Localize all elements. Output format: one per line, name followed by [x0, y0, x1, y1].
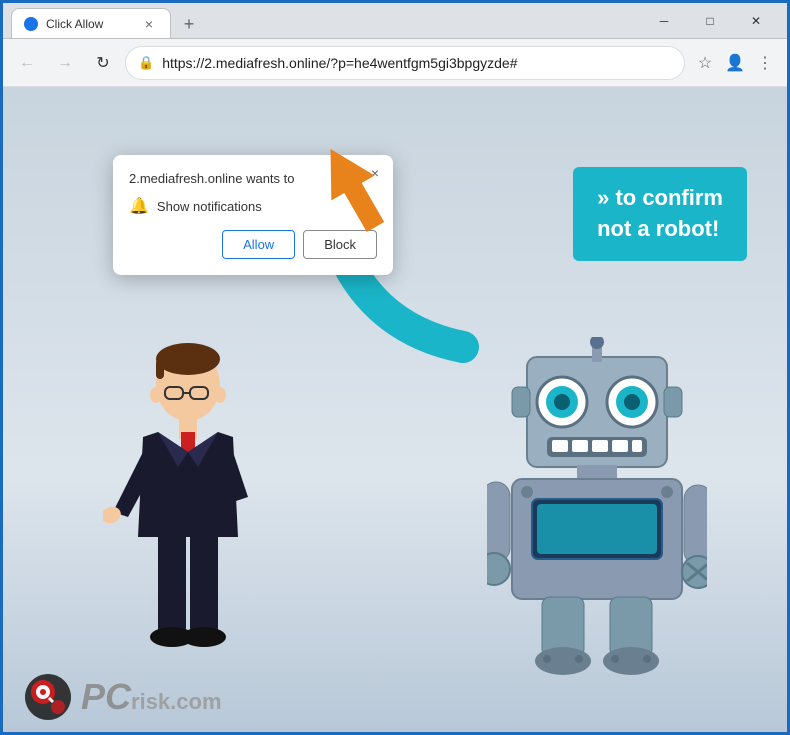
refresh-button[interactable]: ↻	[87, 47, 119, 79]
popup-notification-label: Show notifications	[157, 199, 262, 214]
lock-icon: 🔒	[138, 55, 154, 71]
banner-line2: not a robot!	[597, 214, 723, 245]
allow-button[interactable]: Allow	[222, 230, 295, 259]
url-text: https://2.mediafresh.online/?p=he4wentfg…	[162, 55, 672, 71]
orange-arrow-graphic	[313, 143, 393, 238]
tab-favicon	[24, 17, 38, 31]
watermark: PCrisk.com	[23, 672, 222, 722]
scene-background: » to confirm not a robot! ×	[3, 87, 787, 732]
robot-graphic	[487, 337, 707, 677]
minimize-button[interactable]: ─	[641, 5, 687, 37]
pcrisk-logo-icon	[23, 672, 73, 722]
tab-area: Click Allow × +	[11, 3, 629, 38]
teal-banner: » to confirm not a robot!	[573, 167, 747, 261]
bookmark-icon[interactable]: ☆	[691, 49, 719, 77]
person-graphic	[103, 337, 273, 677]
tab-title: Click Allow	[46, 17, 103, 31]
back-button[interactable]: ←	[11, 47, 43, 79]
close-button[interactable]: ✕	[733, 5, 779, 37]
new-tab-button[interactable]: +	[175, 10, 203, 38]
forward-button[interactable]: →	[49, 47, 81, 79]
title-bar: Click Allow × + ─ □ ✕	[3, 3, 787, 39]
page-content: » to confirm not a robot! ×	[3, 87, 787, 732]
maximize-button[interactable]: □	[687, 5, 733, 37]
window-controls: ─ □ ✕	[641, 5, 779, 37]
menu-icon[interactable]: ⋮	[751, 49, 779, 77]
address-bar[interactable]: 🔒 https://2.mediafresh.online/?p=he4went…	[125, 46, 685, 80]
watermark-text: PCrisk.com	[81, 676, 222, 718]
banner-line1: » to confirm	[597, 183, 723, 214]
toolbar-right: ☆ 👤 ⋮	[691, 49, 779, 77]
active-tab[interactable]: Click Allow ×	[11, 8, 171, 38]
browser-window: Click Allow × + ─ □ ✕ ← → ↻ 🔒 https://2.…	[3, 3, 787, 732]
bell-icon: 🔔	[129, 196, 149, 216]
tab-close-button[interactable]: ×	[140, 15, 158, 33]
account-icon[interactable]: 👤	[721, 49, 749, 77]
toolbar: ← → ↻ 🔒 https://2.mediafresh.online/?p=h…	[3, 39, 787, 87]
